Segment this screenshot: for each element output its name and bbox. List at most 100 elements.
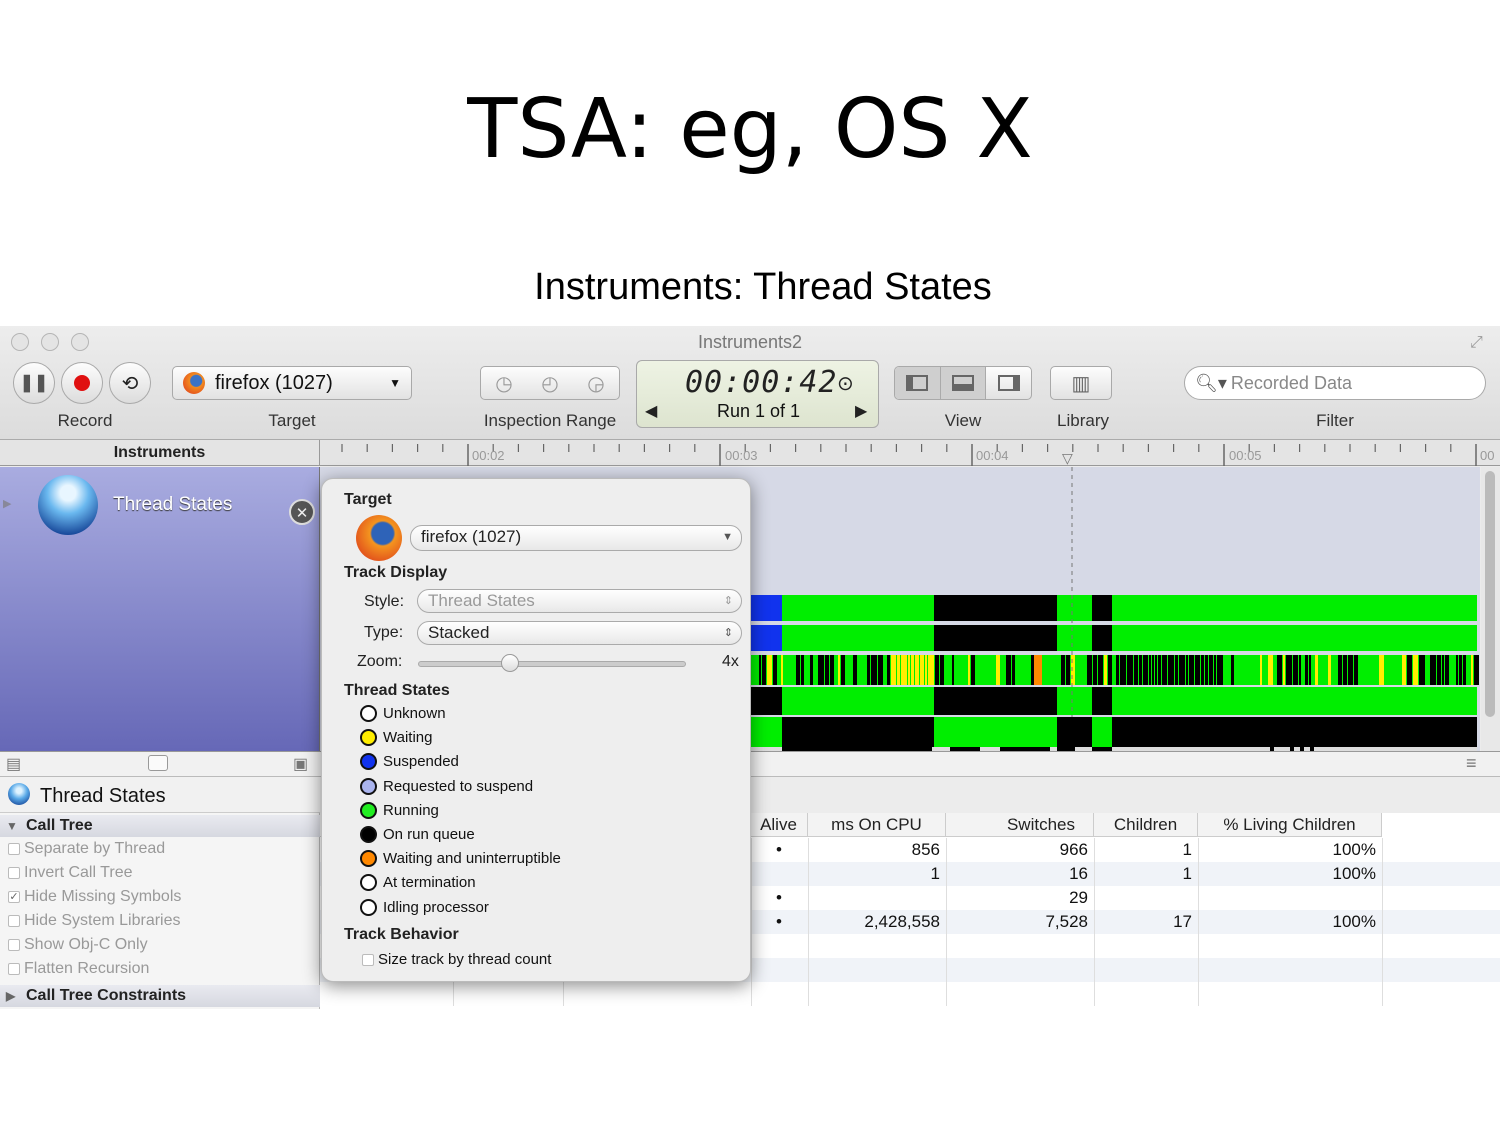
zoom-window-button[interactable] [71,333,89,351]
instrument-name[interactable]: Thread States [113,494,232,516]
state-segment [782,625,934,651]
state-stripe [1201,655,1204,685]
layout-toggle-icon[interactable]: ▣ [293,754,308,774]
separate-by-thread-option[interactable]: Separate by Thread [8,840,165,858]
state-stripe [1189,655,1194,685]
table-cell [750,862,808,886]
state-stripe [1047,655,1053,685]
menu-lines-icon[interactable]: ≡ [1466,753,1477,774]
state-stripe [1413,655,1418,685]
loop-button[interactable]: ⟲ [109,362,151,404]
toolbar: Instruments2 ⤢ ❚❚ ⟲ Record firefox (1027… [0,326,1500,440]
state-stripe [1394,655,1398,685]
column-divider [808,982,809,1006]
checkbox[interactable] [8,963,20,975]
column-header-children[interactable]: Children [1094,813,1198,837]
detail-header: Thread States [0,777,320,813]
clock-icon[interactable]: ⊙ [837,371,854,396]
splitter-handle-icon[interactable] [148,755,168,771]
column-divider [808,934,809,958]
state-stripe [1299,655,1301,685]
next-run-icon[interactable]: ▶ [855,401,867,421]
column-header-alive[interactable]: Alive [750,813,808,837]
column-header-living-children[interactable]: % Living Children [1198,813,1382,837]
column-divider [1382,886,1383,910]
size-track-option[interactable]: Size track by thread count [362,951,551,968]
call-tree-constraints-section[interactable]: ▶ Call Tree Constraints [0,985,320,1007]
state-stripe [1006,655,1011,685]
thread-states-heading: Thread States [344,682,450,699]
pause-button[interactable]: ❚❚ [13,362,55,404]
target-popup[interactable]: firefox (1027) ▼ [172,366,412,400]
state-stripe [1437,655,1441,685]
option-label: Flatten Recursion [24,960,150,977]
state-stripe [762,655,766,685]
playhead-icon[interactable]: ▽ [1062,450,1073,467]
call-tree-section[interactable]: ▼ Call Tree [0,815,320,837]
bottom-panel-icon[interactable] [940,367,987,399]
ruler-tick-label: 00:03 [725,448,758,463]
column-divider [1198,934,1199,958]
state-stripe [1076,655,1080,685]
column-header-ms-on-cpu[interactable]: ms On CPU [808,813,946,837]
popover-target-select[interactable]: firefox (1027) ▼ [410,525,742,551]
column-divider [751,958,752,982]
disclosure-triangle-icon[interactable]: ▶ [3,497,11,510]
scroll-thumb[interactable] [1485,471,1495,717]
state-stripe [1158,655,1161,685]
state-segment [934,625,1057,651]
zoom-slider[interactable] [418,654,686,672]
view-label: View [944,411,982,430]
state-stripe [1116,655,1119,685]
close-window-button[interactable] [11,333,29,351]
chevron-down-icon: ▼ [389,376,401,390]
range-end-icon[interactable]: ◶ [587,371,604,396]
show-objc-only-option[interactable]: Show Obj-C Only [8,936,148,954]
type-select[interactable]: Stacked ⇕ [417,621,742,645]
option-label: Show Obj-C Only [24,936,148,953]
checkbox[interactable] [8,843,20,855]
checkbox[interactable] [362,953,374,966]
detail-sidebar: ▼ Call Tree Separate by Thread Invert Cal… [0,813,320,1009]
track-scrollbar[interactable] [1481,467,1500,751]
library-button[interactable]: ▥ [1050,366,1112,400]
state-stripe [1385,655,1389,685]
close-popover-icon[interactable]: ✕ [289,499,315,525]
checkbox-checked[interactable]: ✓ [8,891,20,903]
flatten-recursion-option[interactable]: Flatten Recursion [8,960,149,978]
column-divider [751,982,752,1006]
thread-states-small-icon [8,783,30,805]
hide-system-libraries-option[interactable]: Hide System Libraries [8,912,181,930]
state-stripe [1175,655,1178,685]
minimize-window-button[interactable] [41,333,59,351]
ruler-tick-label: 00:05 [1229,448,1262,463]
timeline-ruler[interactable]: 00:02 00:03 00:04 00:05 00 ▽ [320,440,1500,466]
range-start-icon[interactable]: ◷ [495,371,512,396]
checkbox[interactable] [8,915,20,927]
range-clock-icon[interactable]: ◴ [541,371,558,396]
checkbox[interactable] [8,867,20,879]
state-stripe [773,655,777,685]
style-select[interactable]: Thread States ⇕ [417,589,742,613]
hide-missing-symbols-option[interactable]: ✓ Hide Missing Symbols [8,888,181,906]
column-header-switches[interactable]: Switches [946,813,1094,837]
state-stripe [884,655,886,685]
state-segment [1092,625,1112,651]
checkbox[interactable] [8,939,20,951]
left-panel-icon[interactable] [895,367,941,399]
state-segment [934,687,1057,715]
filter-search-field[interactable]: 🔍︎▾ Recorded Data [1184,366,1486,400]
zoom-slider-knob[interactable] [501,654,520,672]
state-stripe [1302,655,1304,685]
stepper-icon: ⇕ [723,627,733,639]
right-panel-icon[interactable] [986,367,1031,399]
mini-chart-icon[interactable]: ▤ [6,754,21,774]
state-stripe [810,655,813,685]
fullscreen-icon[interactable]: ⤢ [1470,334,1483,352]
invert-call-tree-option[interactable]: Invert Call Tree [8,864,132,882]
state-stripe [853,655,857,685]
state-segment [934,717,1057,747]
record-button[interactable] [61,362,103,404]
column-divider [946,958,947,982]
table-row[interactable] [320,982,1500,1006]
